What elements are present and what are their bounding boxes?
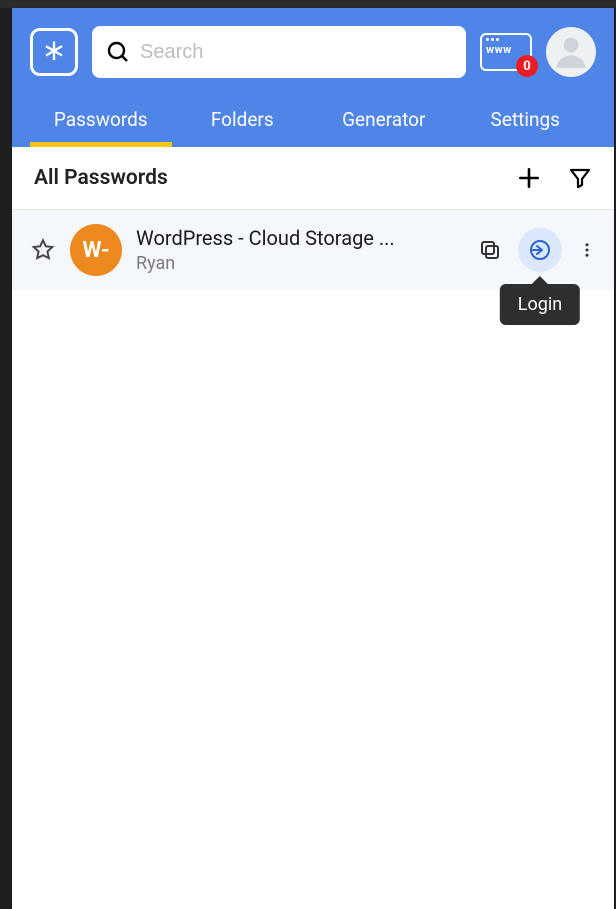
favorite-star-icon[interactable] (30, 237, 56, 263)
header-row: www 0 (30, 26, 596, 78)
copy-icon[interactable] (478, 238, 502, 262)
more-icon[interactable] (578, 238, 596, 262)
extension-panel: www 0 Passwords Folders Generator Settin… (12, 8, 614, 909)
section-actions (516, 165, 592, 191)
asterisk-icon (40, 38, 68, 66)
tab-bar: Passwords Folders Generator Settings (30, 96, 596, 147)
www-label: www (486, 43, 526, 56)
item-subtitle: Ryan (136, 253, 464, 274)
login-icon (528, 238, 552, 262)
search-input[interactable] (140, 41, 452, 64)
notification-badge: 0 (516, 55, 538, 77)
item-text: WordPress - Cloud Storage ... Ryan (136, 226, 464, 274)
tab-folders[interactable]: Folders (172, 96, 314, 147)
www-dots (486, 38, 526, 41)
autofill-sites-button[interactable]: www 0 (480, 33, 532, 71)
item-actions: Login (478, 228, 596, 272)
tab-generator[interactable]: Generator (313, 96, 455, 147)
section-header: All Passwords (12, 147, 614, 210)
user-icon (550, 31, 592, 73)
login-tooltip: Login (500, 284, 580, 325)
header: www 0 Passwords Folders Generator Settin… (12, 8, 614, 147)
filter-icon[interactable] (568, 166, 592, 190)
add-icon[interactable] (516, 165, 542, 191)
account-avatar[interactable] (546, 27, 596, 77)
app-logo[interactable] (30, 28, 78, 76)
tab-settings[interactable]: Settings (455, 96, 597, 147)
password-item[interactable]: W- WordPress - Cloud Storage ... Ryan Lo… (12, 210, 614, 290)
section-title: All Passwords (34, 166, 168, 190)
browser-chrome (0, 0, 616, 8)
search-icon (106, 40, 130, 64)
search-box[interactable] (92, 26, 466, 78)
login-button[interactable]: Login (518, 228, 562, 272)
tab-passwords[interactable]: Passwords (30, 96, 172, 147)
item-avatar: W- (70, 224, 122, 276)
item-title: WordPress - Cloud Storage ... (136, 226, 464, 250)
